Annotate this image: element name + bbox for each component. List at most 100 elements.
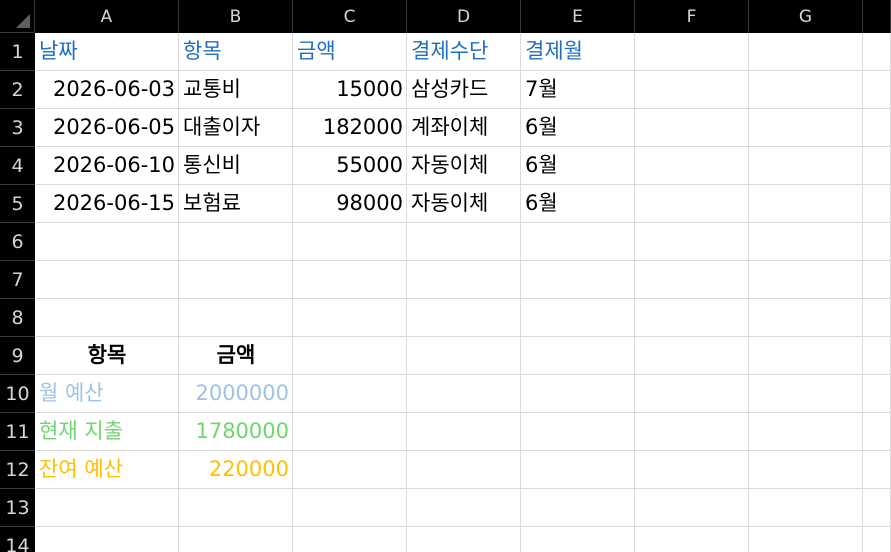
table-cell[interactable]: 2026-06-15 <box>35 185 179 223</box>
row-header-12[interactable]: 12 <box>0 451 35 489</box>
table-cell[interactable]: 계좌이체 <box>407 109 521 147</box>
table-cell[interactable]: 55000 <box>293 147 407 185</box>
cell[interactable] <box>863 451 891 489</box>
cell[interactable] <box>635 413 749 451</box>
cell[interactable] <box>635 451 749 489</box>
column-header-partial[interactable] <box>863 0 891 33</box>
cell[interactable] <box>521 375 635 413</box>
summary-value[interactable]: 1780000 <box>179 413 293 451</box>
cell[interactable] <box>863 489 891 527</box>
row-header-2[interactable]: 2 <box>0 71 35 109</box>
cell[interactable] <box>749 185 863 223</box>
table-cell[interactable]: 삼성카드 <box>407 71 521 109</box>
cell[interactable] <box>749 527 863 552</box>
cell[interactable] <box>749 375 863 413</box>
cell[interactable] <box>35 527 179 552</box>
summary-label[interactable]: 잔여 예산 <box>35 451 179 489</box>
cell[interactable] <box>35 299 179 337</box>
cell[interactable] <box>407 337 521 375</box>
cell[interactable] <box>863 109 891 147</box>
select-all-corner[interactable] <box>0 0 35 33</box>
column-header-e[interactable]: E <box>521 0 635 33</box>
cell[interactable] <box>635 527 749 552</box>
cell[interactable] <box>635 33 749 71</box>
cell[interactable] <box>749 413 863 451</box>
row-header-14[interactable]: 14 <box>0 527 35 552</box>
cell[interactable] <box>35 489 179 527</box>
cell[interactable] <box>293 223 407 261</box>
summary-header-item[interactable]: 항목 <box>35 337 179 375</box>
table-header-b[interactable]: 항목 <box>179 33 293 71</box>
row-header-7[interactable]: 7 <box>0 261 35 299</box>
row-header-8[interactable]: 8 <box>0 299 35 337</box>
cell[interactable] <box>179 299 293 337</box>
cell[interactable] <box>179 489 293 527</box>
table-cell[interactable]: 15000 <box>293 71 407 109</box>
cell[interactable] <box>521 337 635 375</box>
cell[interactable] <box>407 375 521 413</box>
cell[interactable] <box>749 299 863 337</box>
cell[interactable] <box>635 223 749 261</box>
table-cell[interactable]: 자동이체 <box>407 147 521 185</box>
cell[interactable] <box>521 413 635 451</box>
cell[interactable] <box>521 489 635 527</box>
table-cell[interactable]: 7월 <box>521 71 635 109</box>
cell[interactable] <box>749 109 863 147</box>
column-header-g[interactable]: G <box>749 0 863 33</box>
cell[interactable] <box>749 451 863 489</box>
cell[interactable] <box>293 299 407 337</box>
table-header-d[interactable]: 결제수단 <box>407 33 521 71</box>
table-cell[interactable]: 2026-06-03 <box>35 71 179 109</box>
cell[interactable] <box>635 337 749 375</box>
table-cell[interactable]: 2026-06-05 <box>35 109 179 147</box>
summary-label[interactable]: 현재 지출 <box>35 413 179 451</box>
cell[interactable] <box>35 223 179 261</box>
cell[interactable] <box>749 223 863 261</box>
cell[interactable] <box>635 299 749 337</box>
cell[interactable] <box>635 261 749 299</box>
cell[interactable] <box>293 337 407 375</box>
row-header-5[interactable]: 5 <box>0 185 35 223</box>
table-cell[interactable]: 자동이체 <box>407 185 521 223</box>
cell[interactable] <box>521 527 635 552</box>
row-header-6[interactable]: 6 <box>0 223 35 261</box>
cell[interactable] <box>179 223 293 261</box>
row-header-9[interactable]: 9 <box>0 337 35 375</box>
table-cell[interactable]: 대출이자 <box>179 109 293 147</box>
column-header-c[interactable]: C <box>293 0 407 33</box>
cell[interactable] <box>863 33 891 71</box>
column-header-b[interactable]: B <box>179 0 293 33</box>
cell[interactable] <box>407 413 521 451</box>
cell[interactable] <box>863 261 891 299</box>
table-cell[interactable]: 통신비 <box>179 147 293 185</box>
table-cell[interactable]: 6월 <box>521 109 635 147</box>
table-cell[interactable]: 보험료 <box>179 185 293 223</box>
cell[interactable] <box>521 451 635 489</box>
cell[interactable] <box>293 489 407 527</box>
cell[interactable] <box>179 527 293 552</box>
table-header-a[interactable]: 날짜 <box>35 33 179 71</box>
row-header-3[interactable]: 3 <box>0 109 35 147</box>
table-cell[interactable]: 교통비 <box>179 71 293 109</box>
row-header-4[interactable]: 4 <box>0 147 35 185</box>
column-header-a[interactable]: A <box>35 0 179 33</box>
cell[interactable] <box>749 489 863 527</box>
table-cell[interactable]: 98000 <box>293 185 407 223</box>
summary-header-amount[interactable]: 금액 <box>179 337 293 375</box>
cell[interactable] <box>521 299 635 337</box>
cell[interactable] <box>407 223 521 261</box>
cell[interactable] <box>407 527 521 552</box>
cell[interactable] <box>863 413 891 451</box>
cell[interactable] <box>863 223 891 261</box>
cell[interactable] <box>635 185 749 223</box>
cell[interactable] <box>407 261 521 299</box>
cell[interactable] <box>863 185 891 223</box>
cell[interactable] <box>749 261 863 299</box>
table-header-e[interactable]: 결제월 <box>521 33 635 71</box>
cell[interactable] <box>635 489 749 527</box>
cell[interactable] <box>293 527 407 552</box>
cell[interactable] <box>35 261 179 299</box>
cell[interactable] <box>635 375 749 413</box>
column-header-d[interactable]: D <box>407 0 521 33</box>
cell[interactable] <box>293 375 407 413</box>
